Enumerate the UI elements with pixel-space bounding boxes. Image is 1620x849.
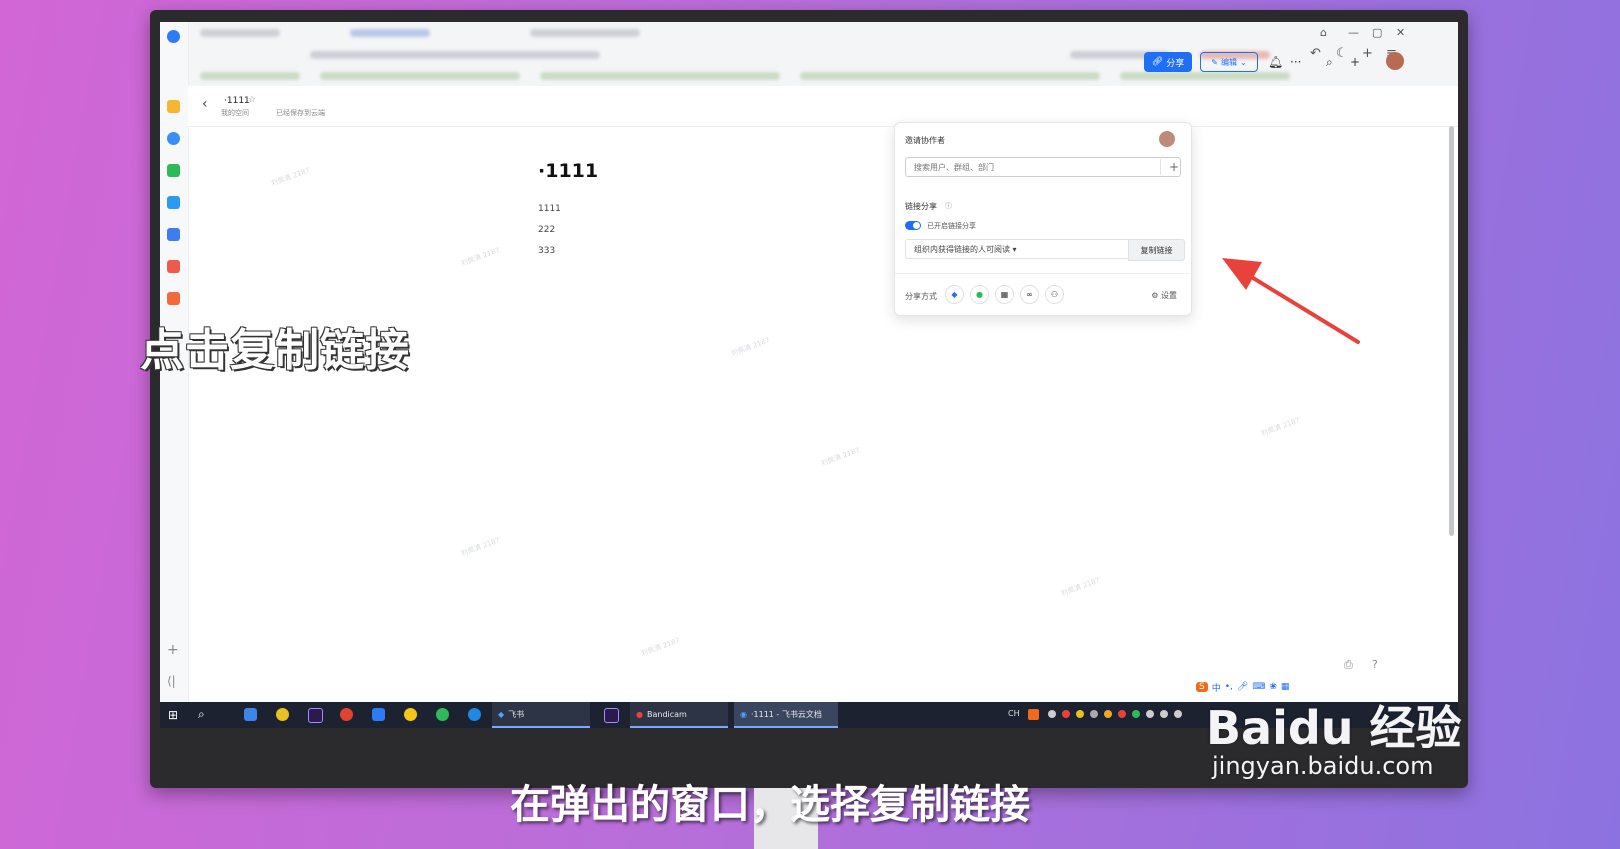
baidu-jingyan-logo: Baidu 经验 [1206, 701, 1462, 755]
watermark-url: jingyan.baidu.com [1212, 752, 1434, 780]
video-subtitle: 在弹出的窗口，选择复制链接 [510, 782, 1030, 828]
instruction-caption: 点击复制链接 [140, 325, 410, 376]
